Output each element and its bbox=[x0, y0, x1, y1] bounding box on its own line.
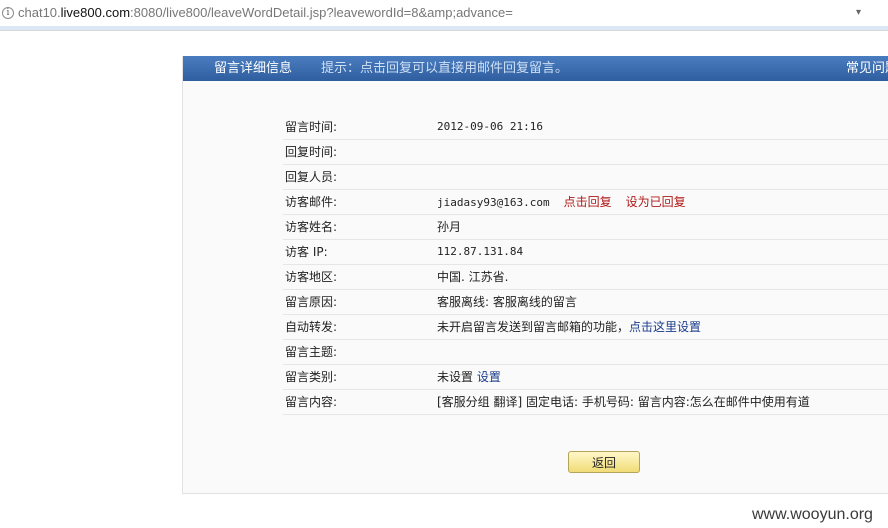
detail-table: 留言时间: 2012-09-06 21:16 回复时间: 回复人员: 访客邮件:… bbox=[283, 115, 888, 415]
row-category: 留言类别: 未设置 设置 bbox=[283, 365, 888, 390]
row-time: 留言时间: 2012-09-06 21:16 bbox=[283, 115, 888, 140]
row-reply-time: 回复时间: bbox=[283, 140, 888, 165]
back-button[interactable]: 返回 bbox=[568, 451, 640, 473]
panel-tab-title[interactable]: 留言详细信息 bbox=[214, 56, 292, 81]
row-label: 访客邮件: bbox=[285, 195, 338, 209]
category-status: 未设置 bbox=[437, 370, 474, 384]
row-email: 访客邮件: jiadasy93@163.com 点击回复 设为已回复 bbox=[283, 190, 888, 215]
row-value: [客服分组 翻译] 固定电话: 手机号码: 留言内容:怎么在邮件中使用有道 bbox=[437, 395, 810, 409]
row-label: 访客 IP: bbox=[285, 245, 328, 259]
row-label: 留言内容: bbox=[285, 395, 338, 409]
row-label: 自动转发: bbox=[285, 320, 338, 334]
url-text[interactable]: chat10.live800.com:8080/live800/leaveWor… bbox=[18, 5, 513, 20]
category-setup-link[interactable]: 设置 bbox=[477, 370, 501, 384]
row-subject: 留言主题: bbox=[283, 340, 888, 365]
row-ip: 访客 IP: 112.87.131.84 bbox=[283, 240, 888, 265]
row-forward: 自动转发: 未开启留言发送到留言邮箱的功能，点击这里设置 bbox=[283, 315, 888, 340]
reply-hint: 提示：点击回复可以直接用邮件回复留言。 bbox=[321, 61, 569, 76]
row-value: 孙月 bbox=[437, 220, 462, 234]
row-reason: 留言原因: 客服离线: 客服离线的留言 bbox=[283, 290, 888, 315]
row-label: 回复人员: bbox=[285, 170, 338, 184]
faq-link[interactable]: 常见问题 bbox=[846, 56, 888, 81]
category-value-group: 未设置 设置 bbox=[437, 365, 501, 389]
leave-word-panel: 留言详细信息 提示：点击回复可以直接用邮件回复留言。 常见问题 留言时间: 20… bbox=[182, 56, 888, 494]
panel-header: 留言详细信息 提示：点击回复可以直接用邮件回复留言。 常见问题 bbox=[183, 56, 888, 81]
row-reply-by: 回复人员: bbox=[283, 165, 888, 190]
watermark: www.wooyun.org bbox=[752, 506, 873, 523]
row-value: 中国. 江苏省. bbox=[437, 270, 509, 284]
row-name: 访客姓名: 孙月 bbox=[283, 215, 888, 240]
row-label: 访客地区: bbox=[285, 270, 338, 284]
row-value: 客服离线: 客服离线的留言 bbox=[437, 295, 577, 309]
url-subdomain: chat10. bbox=[18, 5, 61, 20]
address-bar-divider bbox=[0, 26, 888, 30]
forward-setup-link[interactable]: 点击这里设置 bbox=[629, 320, 701, 334]
row-value: 2012-09-06 21:16 bbox=[437, 120, 543, 133]
address-bar[interactable]: i chat10.live800.com:8080/live800/leaveW… bbox=[0, 0, 888, 31]
email-value-group: jiadasy93@163.com 点击回复 设为已回复 bbox=[437, 190, 686, 215]
row-label: 访客姓名: bbox=[285, 220, 338, 234]
click-reply-link[interactable]: 点击回复 bbox=[564, 195, 612, 209]
row-value: 112.87.131.84 bbox=[437, 245, 524, 258]
row-region: 访客地区: 中国. 江苏省. bbox=[283, 265, 888, 290]
row-label: 回复时间: bbox=[285, 145, 338, 159]
forward-value-group: 未开启留言发送到留言邮箱的功能，点击这里设置 bbox=[437, 315, 701, 339]
url-domain: live800.com bbox=[60, 5, 131, 20]
row-label: 留言类别: bbox=[285, 370, 338, 384]
row-label: 留言原因: bbox=[285, 295, 338, 309]
row-label: 留言时间: bbox=[285, 120, 338, 134]
url-path: :8080/live800/leaveWordDetail.jsp?leavew… bbox=[130, 5, 513, 20]
row-content: 留言内容: [客服分组 翻译] 固定电话: 手机号码: 留言内容:怎么在邮件中使… bbox=[283, 390, 888, 415]
chevron-down-icon[interactable]: ▾ bbox=[856, 7, 861, 18]
page-info-icon[interactable]: i bbox=[2, 7, 14, 19]
forward-status: 未开启留言发送到留言邮箱的功能， bbox=[437, 320, 630, 334]
mark-replied-link[interactable]: 设为已回复 bbox=[626, 195, 686, 209]
visitor-email: jiadasy93@163.com bbox=[437, 196, 550, 209]
row-label: 留言主题: bbox=[285, 345, 338, 359]
